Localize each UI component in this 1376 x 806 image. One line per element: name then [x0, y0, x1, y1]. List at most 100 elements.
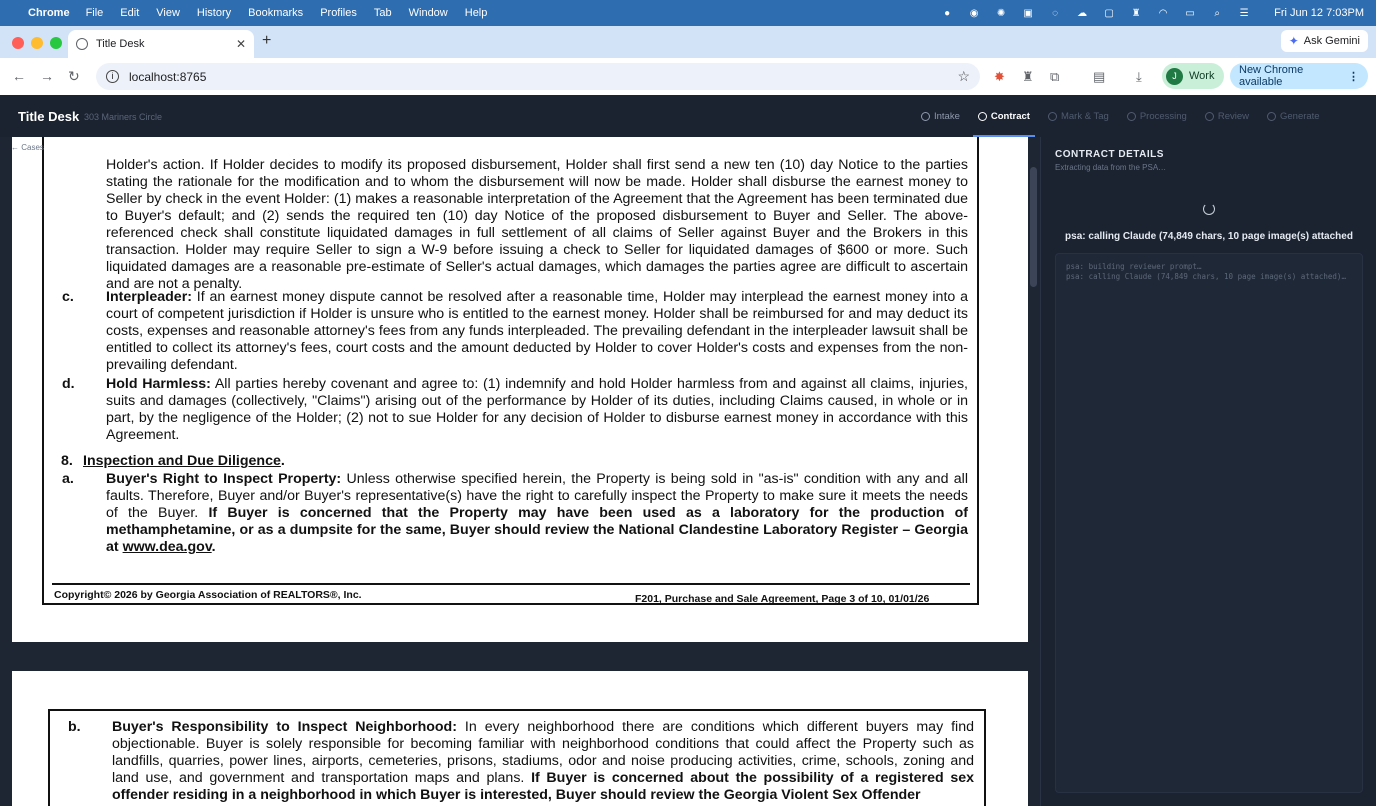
loading-spinner-icon — [1203, 203, 1215, 215]
profile-work-button[interactable]: J Work — [1162, 63, 1224, 89]
wifi-icon[interactable]: ◠ — [1156, 8, 1170, 19]
clause-8a-inspect-property: a. Buyer's Right to Inspect Property: Unl… — [62, 471, 968, 556]
pdf-scrollbar-thumb[interactable] — [1030, 167, 1037, 287]
globe-icon — [76, 38, 88, 50]
menu-profiles[interactable]: Profiles — [320, 7, 357, 19]
step-mark-and-tag[interactable]: Mark & Tag — [1039, 95, 1118, 137]
window-close-button[interactable] — [12, 37, 24, 49]
pdf-page-3: Holder's action. If Holder decides to mo… — [12, 137, 1028, 642]
step-status-icon — [1126, 111, 1136, 121]
browser-tab-title-desk[interactable]: Title Desk ✕ — [68, 30, 254, 58]
brightness-icon[interactable]: ✺ — [994, 8, 1008, 19]
page-footer-copyright: Copyright© 2026 by Georgia Association o… — [54, 589, 362, 601]
app-title[interactable]: Title Desk — [18, 109, 79, 124]
menu-help[interactable]: Help — [465, 7, 488, 19]
calendar-icon[interactable]: ▢ — [1102, 8, 1116, 19]
step-generate[interactable]: Generate — [1258, 95, 1329, 137]
step-label: Intake — [934, 110, 960, 122]
display-icon[interactable]: ◌ — [1048, 8, 1062, 19]
extension-burst-icon[interactable]: ✸ — [994, 69, 1005, 85]
step-label: Contract — [990, 110, 1030, 122]
panel-title: CONTRACT DETAILS — [1055, 149, 1164, 160]
address-url[interactable]: localhost:8765 — [129, 70, 206, 84]
clause-label: b. — [68, 719, 81, 735]
step-status-icon — [977, 111, 987, 121]
menu-bookmarks[interactable]: Bookmarks — [248, 7, 303, 19]
menu-window[interactable]: Window — [409, 7, 448, 19]
window-zoom-button[interactable] — [50, 37, 62, 49]
clause-title: Hold Harmless: — [106, 376, 211, 392]
new-chrome-available-button[interactable]: New Chrome available ⋮ — [1230, 63, 1368, 89]
ask-gemini-label: Ask Gemini — [1303, 35, 1360, 47]
back-arrow-icon[interactable]: ← — [12, 68, 26, 84]
cloud-icon[interactable]: ☁ — [1075, 8, 1089, 19]
log-line: psa: building reviewer prompt… — [1066, 262, 1202, 271]
chrome-toolbar: ← → ↻ i localhost:8765 ☆ ✸ ♜ ⧉ ▤ ⤓ J Wor… — [0, 58, 1376, 95]
menu-history[interactable]: History — [197, 7, 231, 19]
section-title-period: . — [280, 453, 285, 469]
app-header: Title Desk 303 Mariners Circle Intake Co… — [0, 95, 1376, 137]
downloads-icon[interactable]: ⤓ — [1136, 69, 1142, 85]
menu-edit[interactable]: Edit — [120, 7, 139, 19]
pdf-scrollbar[interactable] — [1028, 137, 1040, 806]
site-info-icon[interactable]: i — [106, 70, 119, 83]
step-processing[interactable]: Processing — [1118, 95, 1196, 137]
chrome-tab-strip: Title Desk ✕ + ✦ Ask Gemini — [0, 26, 1376, 58]
menu-file[interactable]: File — [86, 7, 104, 19]
clause-label: d. — [62, 376, 75, 392]
record-icon[interactable]: ● — [940, 8, 954, 19]
menu-tab[interactable]: Tab — [374, 7, 392, 19]
menu-view[interactable]: View — [156, 7, 180, 19]
step-contract[interactable]: Contract — [969, 95, 1039, 137]
menu-bar-clock[interactable]: Fri Jun 12 7:03PM — [1274, 7, 1364, 19]
forward-arrow-icon[interactable]: → — [40, 68, 54, 84]
back-to-cases-link[interactable]: ← Cases — [11, 143, 44, 152]
extensions-puzzle-icon[interactable]: ⧉ — [1050, 69, 1059, 85]
dea-gov-link[interactable]: www.dea.gov — [123, 539, 212, 555]
update-label: New Chrome available — [1239, 64, 1304, 88]
clause-c-interpleader: c. Interpleader: If an earnest money disp… — [62, 289, 968, 374]
ask-gemini-button[interactable]: ✦ Ask Gemini — [1280, 30, 1368, 52]
gemini-sparkle-icon: ✦ — [1288, 34, 1299, 48]
extraction-log[interactable]: psa: building reviewer prompt… psa: call… — [1055, 253, 1363, 793]
tab-close-icon[interactable]: ✕ — [236, 37, 246, 51]
spotlight-search-icon[interactable]: ⌕ — [1210, 8, 1224, 19]
tab-search-icon[interactable]: ▤ — [1093, 69, 1105, 85]
clause-end-period: . — [211, 539, 216, 555]
extension-menu-icon[interactable]: ♜ — [1129, 8, 1143, 19]
clause-bold-notice: If Buyer is concerned that the Property … — [106, 505, 968, 555]
step-status-icon — [1204, 111, 1214, 121]
step-status-icon — [1047, 111, 1057, 121]
holder-disbursement-text: Holder's action. If Holder decides to mo… — [106, 157, 968, 292]
profile-avatar: J — [1166, 67, 1183, 85]
new-tab-plus-icon[interactable]: + — [262, 32, 271, 50]
step-intake[interactable]: Intake — [912, 95, 969, 137]
log-line: psa: calling Claude (74,849 chars, 10 pa… — [1066, 271, 1346, 281]
section-title: Inspection and Due Diligence — [83, 453, 281, 469]
section-8-heading: 8. Inspection and Due Diligence. — [61, 453, 961, 470]
extension-fort-icon[interactable]: ♜ — [1022, 69, 1034, 85]
address-bar[interactable]: i localhost:8765 ☆ — [96, 63, 980, 90]
menu-app-name[interactable]: Chrome — [28, 7, 70, 19]
control-center-icon[interactable]: ☰ — [1237, 8, 1251, 19]
pdf-viewer[interactable]: Holder's action. If Holder decides to mo… — [0, 137, 1040, 806]
window-minimize-button[interactable] — [31, 37, 43, 49]
screenshot-icon[interactable]: ▣ — [1021, 8, 1035, 19]
step-review[interactable]: Review — [1196, 95, 1258, 137]
clause-title: Buyer's Responsibility to Inspect Neighb… — [112, 719, 457, 735]
status-icon[interactable]: ◉ — [967, 8, 981, 19]
case-address: 303 Mariners Circle — [84, 112, 163, 122]
more-vertical-icon[interactable]: ⋮ — [1348, 70, 1359, 83]
pdf-page-4: b. Buyer's Responsibility to Inspect Neig… — [12, 671, 1028, 806]
clause-title: Buyer's Right to Inspect Property: — [106, 471, 342, 487]
panel-subtitle: Extracting data from the PSA… — [1055, 163, 1167, 172]
step-label: Mark & Tag — [1060, 110, 1109, 122]
page-footer-form-id: F201, Purchase and Sale Agreement, Page … — [635, 593, 930, 605]
bookmark-star-icon[interactable]: ☆ — [957, 68, 970, 85]
battery-icon[interactable]: ▭ — [1183, 8, 1197, 19]
clause-8b-inspect-neighborhood: b. Buyer's Responsibility to Inspect Neig… — [68, 719, 974, 804]
reload-icon[interactable]: ↻ — [68, 68, 80, 85]
tab-title: Title Desk — [96, 38, 145, 50]
workflow-steps: Intake Contract Mark & Tag Processing Re… — [912, 95, 1329, 137]
clause-d-hold-harmless: d. Hold Harmless: All parties hereby cove… — [62, 376, 968, 444]
